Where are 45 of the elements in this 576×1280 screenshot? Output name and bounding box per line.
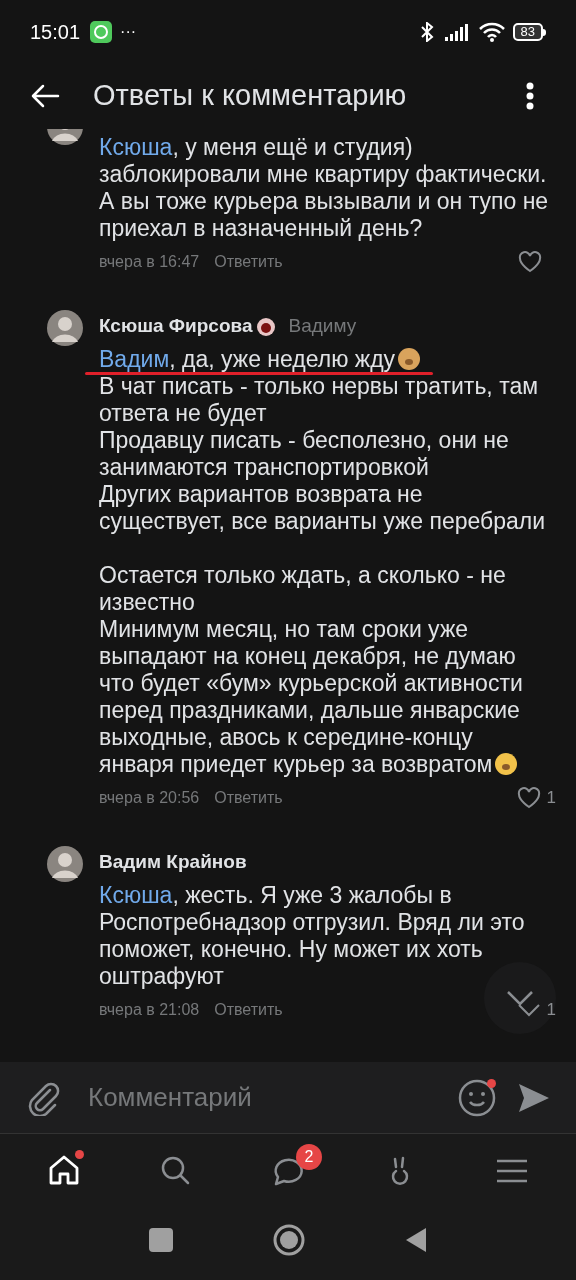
comment-time: вчера в 20:56 — [99, 788, 200, 808]
comment-text: Ксюша, жесть. Я уже 3 жалобы в Роспотребнадзор отгрузил. Вряд ли это поможет, конечно. Ну может их хоть оштрафуют — [99, 882, 525, 989]
comment-text: Остается только ждать, а сколько - не известно — [99, 562, 506, 615]
like-count: 1 — [546, 787, 556, 810]
comment-text: В чат писать - только нервы тратить, там ответа не будет — [99, 373, 539, 426]
reply-to-name[interactable]: Вадиму — [288, 311, 357, 341]
comment-text: Вадим, да, уже неделю жду — [99, 346, 396, 372]
mention-link[interactable]: Вадим — [99, 346, 170, 372]
avatar — [47, 310, 83, 346]
reply-link[interactable]: Ответить — [214, 250, 283, 274]
chevron-down-icon — [506, 990, 534, 1006]
author-name: Вадим Крайнов — [99, 849, 247, 874]
clock: 15:01 — [30, 20, 81, 45]
heart-icon[interactable] — [518, 251, 542, 273]
comment-text: Продавцу писать - бесполезно, они не занимаются транспортировкой — [99, 427, 509, 480]
battery: 83 — [512, 23, 543, 41]
send-icon[interactable] — [518, 1082, 550, 1113]
wifi-icon — [478, 22, 505, 42]
comment-time: вчера в 21:08 — [99, 1000, 200, 1020]
home-circle-icon[interactable] — [273, 1224, 305, 1256]
reply-link[interactable]: Ответить — [214, 786, 283, 810]
avatar — [47, 846, 83, 882]
author-name: Ксюша Фирсова — [99, 313, 253, 338]
mention-link[interactable]: Ксюша — [99, 882, 173, 908]
screen-title: Ответы к комментарию — [93, 78, 408, 114]
bluetooth-icon — [418, 22, 435, 42]
emoji-button[interactable] — [458, 1078, 496, 1117]
back-icon[interactable] — [30, 84, 60, 108]
signal-icon — [444, 23, 471, 41]
more-options-icon[interactable] — [526, 82, 534, 110]
like-count: 1 — [546, 999, 556, 1022]
back-triangle-icon[interactable] — [405, 1227, 427, 1253]
comment-text: Других вариантов возврата не существует, все варианты уже перебрали — [99, 481, 546, 534]
comment-text: Минимум месяц, но там сроки уже выпадают на конец декабря, не думаю что будет «бум» курьерской активности перед праздниками, дальше январские выходные, авось к середине-концу января приедет курьер за возвратом — [99, 616, 523, 777]
comment-input[interactable]: Комментарий — [88, 1078, 452, 1117]
chevron-icon[interactable] — [516, 1003, 541, 1017]
comment-field[interactable]: Комментарий — [0, 1062, 576, 1134]
unread-badge: 2 — [296, 1144, 322, 1170]
mention-link[interactable]: Ксюша — [99, 134, 173, 160]
comment-time: вчера в 16:47 — [99, 252, 200, 272]
chat-app-icon — [90, 21, 113, 43]
heart-icon[interactable] — [516, 787, 541, 809]
more-notifications: ··· — [120, 22, 137, 42]
reply-link[interactable]: Ответить — [214, 998, 283, 1022]
comment-text: Ксюша, у меня ещё и студия) заблокировали мне квартиру фактически. А вы тоже курьера вызывали и он тупо не приехал в назначенный день? — [99, 134, 549, 241]
